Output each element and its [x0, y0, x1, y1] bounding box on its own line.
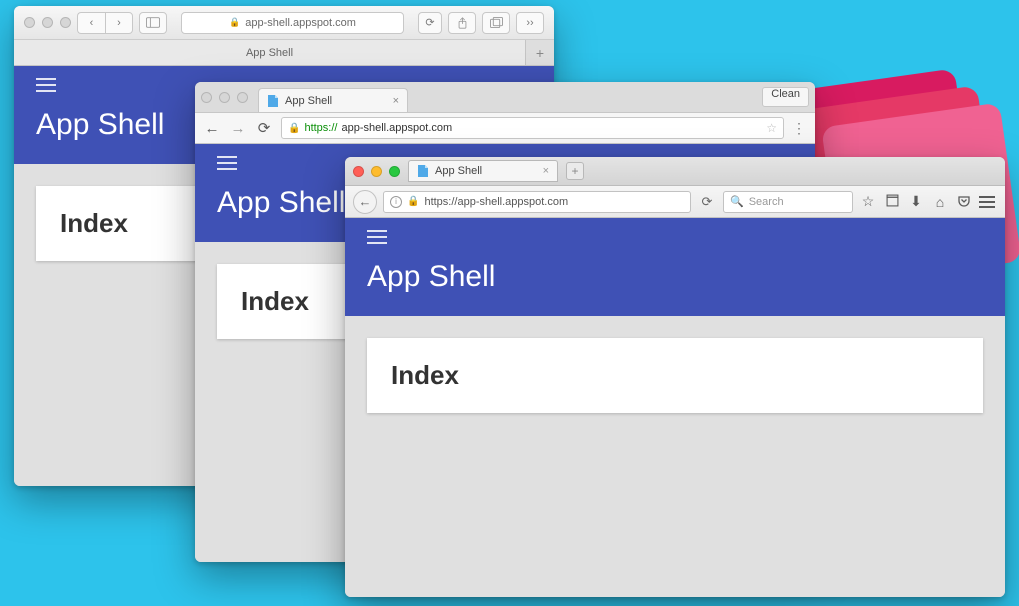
- maximize-icon[interactable]: [237, 92, 248, 103]
- new-tab-button[interactable]: +: [566, 162, 584, 180]
- page-content: App Shell Index: [345, 218, 1005, 597]
- hamburger-icon[interactable]: [36, 84, 56, 86]
- hamburger-icon[interactable]: [217, 162, 237, 164]
- app-header: App Shell: [345, 218, 1005, 316]
- tab-title: App Shell: [285, 95, 332, 107]
- firefox-tabstrip: App Shell × +: [345, 157, 1005, 186]
- info-icon[interactable]: i: [390, 196, 402, 208]
- firefox-menu-button[interactable]: [979, 201, 997, 203]
- traffic-lights[interactable]: [24, 17, 71, 28]
- tabs-button[interactable]: [482, 12, 510, 34]
- sidebar-button[interactable]: [139, 12, 167, 34]
- address-bar[interactable]: 🔒 app-shell.appspot.com: [181, 12, 404, 34]
- forward-button[interactable]: →: [229, 120, 247, 137]
- browser-tab[interactable]: App Shell ×: [408, 160, 558, 182]
- minimize-icon[interactable]: [371, 166, 382, 177]
- clean-button[interactable]: Clean: [762, 87, 809, 107]
- protocol-text: https://: [304, 122, 337, 134]
- address-bar[interactable]: i 🔒 https://app-shell.appspot.com: [383, 191, 691, 213]
- search-box[interactable]: 🔍 Search: [723, 191, 853, 213]
- bookmark-icon[interactable]: ☆: [766, 121, 777, 135]
- tab-title: App Shell: [435, 165, 482, 177]
- search-icon: 🔍: [730, 195, 744, 208]
- back-button[interactable]: ←: [353, 190, 377, 214]
- downloads-icon[interactable]: ⬇: [907, 193, 925, 210]
- minimize-icon[interactable]: [219, 92, 230, 103]
- minimize-icon[interactable]: [42, 17, 53, 28]
- close-tab-icon[interactable]: ×: [543, 165, 549, 177]
- address-text: https://app-shell.appspot.com: [424, 196, 568, 208]
- nav-buttons: ‹ ›: [77, 12, 133, 34]
- lock-icon: 🔒: [229, 17, 240, 28]
- maximize-icon[interactable]: [60, 17, 71, 28]
- address-text: app-shell.appspot.com: [245, 17, 356, 29]
- card-heading: Index: [391, 360, 959, 391]
- new-tab-button[interactable]: +: [526, 40, 554, 65]
- traffic-lights[interactable]: [353, 166, 400, 177]
- safari-titlebar: ‹ › 🔒 app-shell.appspot.com ⟳ ››: [14, 6, 554, 40]
- more-button[interactable]: ››: [516, 12, 544, 34]
- safari-tabstrip: App Shell +: [14, 40, 554, 66]
- hamburger-icon[interactable]: [367, 236, 387, 238]
- share-button[interactable]: [448, 12, 476, 34]
- maximize-icon[interactable]: [389, 166, 400, 177]
- reload-button[interactable]: ⟳: [418, 12, 442, 34]
- lock-icon: 🔒: [288, 123, 300, 134]
- tab-title: App Shell: [246, 47, 293, 59]
- chrome-tabstrip: App Shell × Clean: [195, 82, 815, 112]
- forward-button[interactable]: ›: [105, 12, 133, 34]
- chrome-toolbar: ← → ⟳ 🔒 https://app-shell.appspot.com ☆ …: [195, 112, 815, 144]
- lock-icon: 🔒: [407, 196, 419, 207]
- close-icon[interactable]: [24, 17, 35, 28]
- close-tab-icon[interactable]: ×: [393, 95, 399, 107]
- host-text: app-shell.appspot.com: [341, 122, 452, 134]
- back-button[interactable]: ←: [203, 120, 221, 137]
- firefox-toolbar: ← i 🔒 https://app-shell.appspot.com ⟳ 🔍 …: [345, 186, 1005, 218]
- favicon-icon: [267, 94, 279, 108]
- reload-button[interactable]: ⟳: [697, 194, 717, 210]
- favicon-icon: [417, 164, 429, 178]
- search-placeholder: Search: [749, 196, 784, 208]
- close-icon[interactable]: [353, 166, 364, 177]
- traffic-lights[interactable]: [201, 92, 248, 103]
- library-icon[interactable]: [883, 194, 901, 210]
- address-bar[interactable]: 🔒 https:// app-shell.appspot.com ☆: [281, 117, 784, 139]
- browser-tab[interactable]: App Shell: [14, 40, 526, 65]
- firefox-window: App Shell × + ← i 🔒 https://app-shell.ap…: [345, 157, 1005, 597]
- bookmark-star-icon[interactable]: ☆: [859, 193, 877, 210]
- home-icon[interactable]: ⌂: [931, 194, 949, 210]
- app-title: App Shell: [367, 260, 983, 294]
- chrome-menu-button[interactable]: ⋮: [792, 120, 807, 137]
- pocket-icon[interactable]: [955, 194, 973, 210]
- back-button[interactable]: ‹: [77, 12, 105, 34]
- content-card: Index: [367, 338, 983, 413]
- reload-button[interactable]: ⟳: [255, 119, 273, 137]
- browser-tab[interactable]: App Shell ×: [258, 88, 408, 112]
- close-icon[interactable]: [201, 92, 212, 103]
